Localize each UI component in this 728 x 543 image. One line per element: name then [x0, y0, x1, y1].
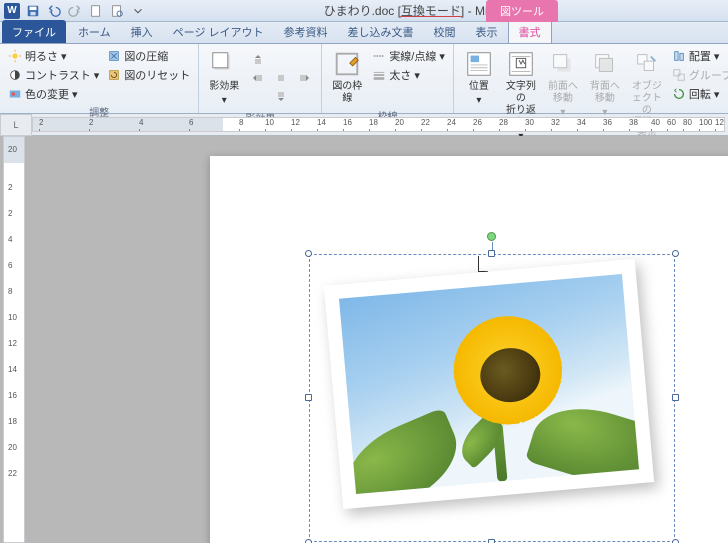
resize-handle-t[interactable]	[488, 250, 495, 257]
tab-file[interactable]: ファイル	[2, 20, 66, 43]
word-app-icon: W	[4, 3, 20, 19]
reset-picture-button[interactable]: 図のリセット	[105, 66, 192, 84]
position-button[interactable]: 位置▾	[460, 47, 498, 109]
brightness-button[interactable]: 明るさ ▾	[6, 47, 101, 65]
group-adjust: 明るさ ▾ コントラスト ▾ 色の変更 ▾ 図の圧縮 図のリセット 調整	[0, 44, 199, 113]
window-title: ひまわり.doc [互換モード] - Microsoft Word	[155, 2, 724, 19]
compress-picture-button[interactable]: 図の圧縮	[105, 47, 192, 65]
bring-forward-button[interactable]: 前面へ 移動▾	[544, 47, 582, 121]
group-arrange: 位置▾ 文字列の 折り返し▾ 前面へ 移動▾ 背面へ 移動▾ オブジェクトの 選…	[454, 44, 728, 113]
redo-button[interactable]	[66, 2, 84, 20]
selection-outline	[309, 254, 675, 542]
contrast-button[interactable]: コントラスト ▾	[6, 66, 101, 84]
save-button[interactable]	[24, 2, 42, 20]
ruler-horizontal[interactable]: 2246810121416182022242628303234363840608…	[32, 117, 725, 132]
shadow-nudge-center[interactable]	[270, 69, 292, 87]
new-doc-button[interactable]	[87, 2, 105, 20]
group-border: 図の枠線 実線/点線 ▾ 太さ ▾ 枠線	[322, 44, 454, 113]
quick-access-toolbar	[24, 2, 147, 20]
title-bar: W ひまわり.doc [互換モード] - Microsoft Word 図ツール	[0, 0, 728, 22]
undo-button[interactable]	[45, 2, 63, 20]
align-button[interactable]: 配置 ▾	[670, 47, 728, 65]
page-scroll-area[interactable]	[28, 136, 728, 543]
shadow-nudge-left[interactable]	[247, 69, 269, 87]
resize-handle-r[interactable]	[672, 394, 679, 401]
picture-border-button[interactable]: 図の枠線	[328, 47, 366, 107]
recolor-button[interactable]: 色の変更 ▾	[6, 85, 101, 103]
shadow-nudge-down[interactable]	[270, 87, 292, 105]
resize-handle-bl[interactable]	[305, 539, 312, 543]
contextual-tab-header: 図ツール	[486, 0, 558, 22]
resize-handle-br[interactable]	[672, 539, 679, 543]
selected-picture[interactable]	[309, 254, 675, 542]
shadow-nudge-right[interactable]	[293, 69, 315, 87]
compat-mode-label: [互換モード]	[398, 4, 465, 18]
doc-name: ひまわり.doc	[324, 4, 395, 18]
border-weight-button[interactable]: 太さ ▾	[370, 66, 447, 84]
tab-review[interactable]: 校閲	[424, 20, 466, 43]
rotate-button[interactable]: 回転 ▾	[670, 85, 728, 103]
tab-references[interactable]: 参考資料	[274, 20, 338, 43]
tab-mailings[interactable]: 差し込み文書	[338, 20, 424, 43]
tab-home[interactable]: ホーム	[68, 20, 121, 43]
resize-handle-b[interactable]	[488, 539, 495, 543]
tab-format[interactable]: 書式	[508, 19, 552, 43]
shadow-nudge-up[interactable]	[247, 51, 269, 69]
ruler-vertical[interactable]: 202246810121416182022	[3, 136, 25, 543]
qat-customize-button[interactable]	[129, 2, 147, 20]
border-dash-button[interactable]: 実線/点線 ▾	[370, 47, 447, 65]
document-area: 202246810121416182022	[0, 136, 728, 543]
resize-handle-tr[interactable]	[672, 250, 679, 257]
rotate-handle[interactable]	[487, 232, 496, 241]
group-shadow: 影効果▾ 影効果	[199, 44, 322, 113]
tab-view[interactable]: 表示	[466, 20, 508, 43]
shadow-effect-button[interactable]: 影効果▾	[205, 47, 243, 109]
ruler-corner[interactable]: L	[0, 114, 32, 136]
tab-insert[interactable]: 挿入	[121, 20, 163, 43]
ribbon: 明るさ ▾ コントラスト ▾ 色の変更 ▾ 図の圧縮 図のリセット 調整 影効果…	[0, 44, 728, 114]
ribbon-tabs: ファイル ホーム 挿入 ページ レイアウト 参考資料 差し込み文書 校閲 表示 …	[0, 22, 728, 44]
resize-handle-tl[interactable]	[305, 250, 312, 257]
resize-handle-l[interactable]	[305, 394, 312, 401]
group-button[interactable]: グループ化 ▾	[670, 66, 728, 84]
send-backward-button[interactable]: 背面へ 移動▾	[586, 47, 624, 121]
tab-page-layout[interactable]: ページ レイアウト	[163, 20, 274, 43]
print-preview-button[interactable]	[108, 2, 126, 20]
